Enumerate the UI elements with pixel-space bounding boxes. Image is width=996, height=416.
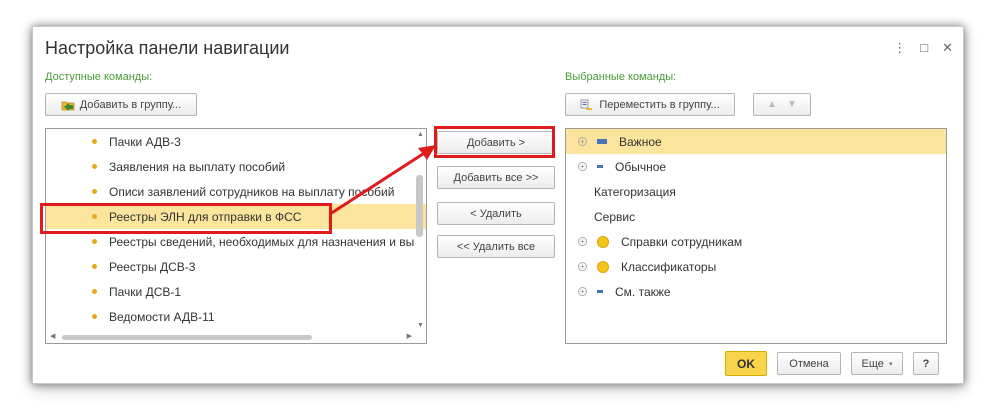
annotation-arrow xyxy=(329,145,436,216)
